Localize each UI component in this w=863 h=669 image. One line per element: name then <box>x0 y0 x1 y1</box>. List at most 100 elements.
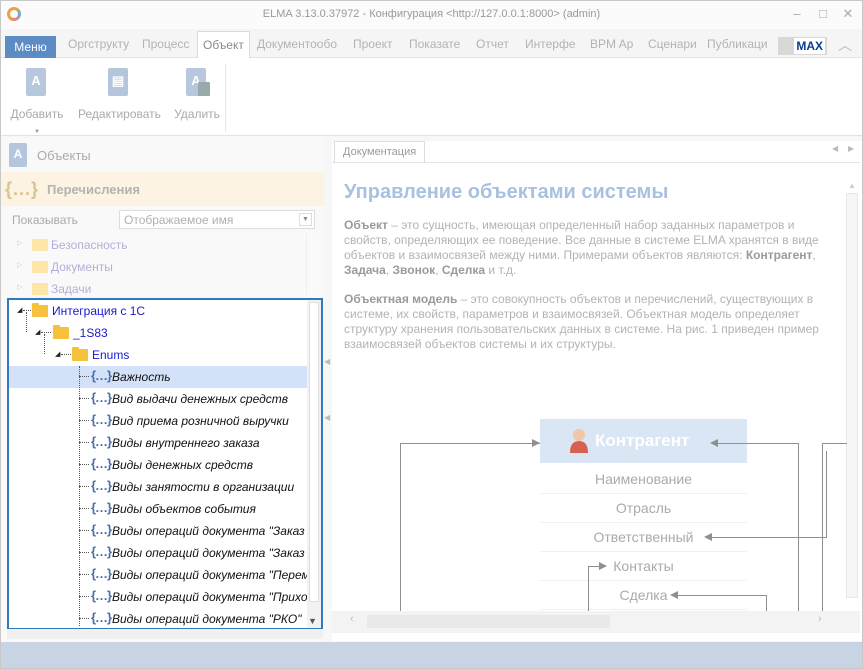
enum-item[interactable]: {…} Важность <box>9 366 321 388</box>
tree-item-documents[interactable]: ▷ Документы <box>1 256 324 278</box>
maximize-icon[interactable]: □ <box>815 6 831 22</box>
panel-splitter[interactable]: ◀ ◀ <box>323 137 331 642</box>
delete-button[interactable]: A Удалить <box>172 66 222 121</box>
enum-item-label: Вид выдачи денежных средств <box>112 392 289 406</box>
tree-scroll-thumb[interactable] <box>309 302 319 602</box>
tab-process[interactable]: Процесс <box>142 37 189 51</box>
edit-button[interactable]: ▤ Редактировать <box>78 66 161 121</box>
tab-orgstructure[interactable]: Оргструкту <box>68 37 129 51</box>
doc-paragraph-object: Объект – это сущность, имеющая определен… <box>344 218 819 277</box>
menu-button[interactable]: Меню <box>5 36 56 58</box>
tab-object[interactable]: Объект <box>197 31 250 58</box>
enums-tree: ◢ Интеграция с 1С ◢ _1S83 ◢ Enums {…} Важ… <box>7 298 323 630</box>
enum-braces-icon: {…} <box>91 588 112 603</box>
enums-section[interactable]: {...} Перечисления <box>1 172 324 206</box>
tab-report[interactable]: Отчет <box>476 37 509 51</box>
scroll-right-icon[interactable]: › <box>818 613 822 625</box>
enum-braces-icon: {…} <box>91 412 112 427</box>
enum-item[interactable]: {…} Виды операций документа "РКО" <box>9 608 321 628</box>
collapse-icon[interactable]: ◢ <box>35 328 40 336</box>
collapse-left-icon[interactable]: ◀ <box>324 357 330 366</box>
tree-item-tasks[interactable]: ▷ Задачи <box>1 278 324 300</box>
enum-item-label: Виды операций документа "Заказ п <box>112 524 315 538</box>
objects-label: Объекты <box>37 147 91 163</box>
enum-item[interactable]: {…} Виды объектов события <box>9 498 321 520</box>
enum-list: {…} Важность {…} Вид выдачи денежных средст… <box>9 366 321 628</box>
show-select[interactable]: Отображаемое имя ▼ <box>119 210 315 229</box>
enum-braces-icon: {…} <box>91 566 112 581</box>
enum-item[interactable]: {…} Виды операций документа "Прихо <box>9 586 321 608</box>
collapse-left-icon-2[interactable]: ◀ <box>324 413 330 422</box>
status-bar <box>1 642 862 668</box>
tree-item-security[interactable]: ▷ Безопасность <box>1 234 324 256</box>
tab-scenarios[interactable]: Сценари <box>648 37 697 51</box>
show-label: Показывать <box>12 213 78 227</box>
tab-publications[interactable]: Публикаци <box>707 37 768 51</box>
enum-braces-icon: {…} <box>91 390 112 405</box>
connector-line <box>766 595 767 611</box>
add-dropdown-icon[interactable]: ▼ <box>34 129 40 135</box>
close-icon[interactable]: ✕ <box>840 6 856 22</box>
collapse-icon[interactable]: ◢ <box>17 306 22 314</box>
tab-bpm-apps[interactable]: BPM Ap <box>590 37 633 51</box>
expand-icon[interactable]: ▷ <box>17 261 22 269</box>
minimize-icon[interactable]: – <box>789 6 805 22</box>
tree-item-1s83[interactable]: ◢ _1S83 <box>9 312 321 344</box>
tab-indicators[interactable]: Показате <box>409 37 460 51</box>
tab-interface[interactable]: Интерфе <box>525 37 576 51</box>
enum-item-label: Вид приема розничной выручки <box>112 414 289 428</box>
doc-hscroll-thumb[interactable] <box>367 615 610 628</box>
tab-prev-icon[interactable]: ◀ <box>832 144 838 153</box>
tab-documents[interactable]: Документообо <box>257 37 337 51</box>
enum-braces-icon: {…} <box>91 522 112 537</box>
tree-item-integration[interactable]: ◢ Интеграция с 1С <box>9 300 321 322</box>
tab-project[interactable]: Проект <box>353 37 393 51</box>
enum-item[interactable]: {…} Виды операций документа "Заказ п <box>9 520 321 542</box>
tree-scrollbar[interactable]: ▼ <box>307 300 321 628</box>
add-button-label: Добавить <box>10 107 64 121</box>
doc-hscrollbar[interactable]: ‹ › <box>332 611 860 633</box>
tree-item-enums[interactable]: ◢ Enums <box>9 334 321 366</box>
arrow-icon <box>710 439 718 447</box>
connector-line <box>718 443 798 444</box>
tab-next-icon[interactable]: ▶ <box>848 144 854 153</box>
enum-item[interactable]: {…} Виды денежных средств <box>9 454 321 476</box>
enum-item[interactable]: {…} Виды операций документа "Перем <box>9 564 321 586</box>
connector-line <box>712 537 826 538</box>
tab-documentation[interactable]: Документация <box>334 141 426 163</box>
chevron-down-icon: ▼ <box>299 213 312 226</box>
edit-button-label: Редактировать <box>78 107 161 121</box>
diagram-field: Наименование <box>540 465 747 494</box>
expand-icon[interactable]: ▷ <box>17 239 22 247</box>
max-label: MAX <box>794 38 825 54</box>
scroll-down-icon[interactable]: ▼ <box>308 616 317 626</box>
enum-item[interactable]: {…} Вид приема розничной выручки <box>9 410 321 432</box>
enum-item-label: Виды денежных средств <box>112 458 254 472</box>
enum-item-label: Виды операций документа "Заказ п <box>112 546 315 560</box>
diagram-entity-title: Контрагент <box>595 431 690 450</box>
collapse-icon[interactable]: ◢ <box>55 350 60 358</box>
diagram-field: Отрасль <box>540 494 747 523</box>
enum-braces-icon: {…} <box>91 368 112 383</box>
tree-hscrollbar[interactable] <box>7 629 323 639</box>
expand-icon[interactable]: ▷ <box>17 283 22 291</box>
connector-line <box>826 451 827 538</box>
scroll-left-icon[interactable]: ‹ <box>350 613 354 625</box>
enum-braces-icon: {…} <box>91 610 112 625</box>
enum-item[interactable]: {…} Виды операций документа "Заказ п <box>9 542 321 564</box>
collapse-ribbon-icon[interactable]: ︿ <box>838 35 852 55</box>
enum-item[interactable]: {…} Виды внутреннего заказа <box>9 432 321 454</box>
connector-line <box>678 595 766 596</box>
add-button[interactable]: A Добавить <box>10 66 64 121</box>
scroll-up-icon[interactable]: ▲ <box>848 181 856 190</box>
enum-item[interactable]: {…} Виды занятости в организации <box>9 476 321 498</box>
enum-item[interactable]: {…} Вид выдачи денежных средств <box>9 388 321 410</box>
enum-braces-icon: {…} <box>91 544 112 559</box>
enum-item-label: Виды объектов события <box>112 502 256 516</box>
diagram-field: Контакты <box>540 552 747 581</box>
arrow-icon <box>599 562 607 570</box>
doc-paragraph-model: Объектная модель – это совокупность объе… <box>344 292 819 351</box>
edit-object-icon: ▤ <box>106 66 132 100</box>
objects-section[interactable]: A Объекты <box>1 140 324 170</box>
enum-item-label: Виды внутреннего заказа <box>112 436 260 450</box>
